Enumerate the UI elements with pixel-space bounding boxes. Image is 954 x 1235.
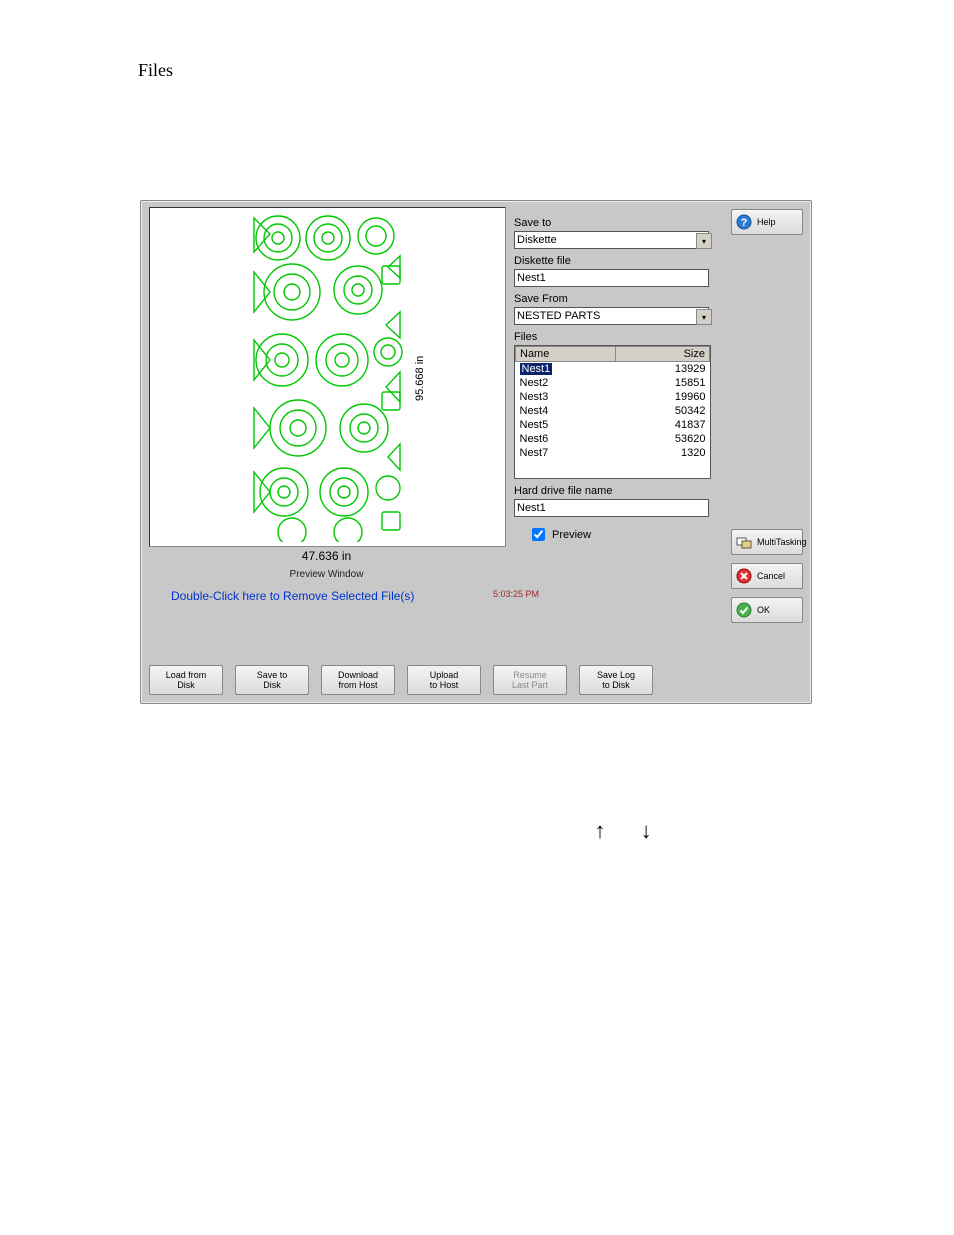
cancel-button[interactable]: Cancel xyxy=(731,563,803,589)
arrow-down-icon: ↓ xyxy=(626,818,666,844)
diskette-file-label: Diskette file xyxy=(514,255,714,267)
multitasking-button[interactable]: MultiTasking xyxy=(731,529,803,555)
save-log-to-disk-button[interactable]: Save Log to Disk xyxy=(579,665,653,695)
cancel-button-label: Cancel xyxy=(757,571,785,581)
preview-height-label: 95.668 in xyxy=(414,356,426,401)
ok-button-label: OK xyxy=(757,605,770,615)
hd-filename-label: Hard drive file name xyxy=(514,485,714,497)
resume-last-part-button: Resume Last Part xyxy=(493,665,567,695)
nest-preview-graphic xyxy=(248,212,408,542)
multitask-icon xyxy=(736,534,752,550)
preview-checkbox[interactable] xyxy=(532,528,545,541)
table-row[interactable]: Nest71320 xyxy=(516,446,710,460)
upload-to-host-button[interactable]: Upload to Host xyxy=(407,665,481,695)
files-label: Files xyxy=(514,331,714,343)
table-row[interactable]: Nest215851 xyxy=(516,376,710,390)
remove-selected-hint[interactable]: Double-Click here to Remove Selected Fil… xyxy=(171,589,414,603)
save-dialog: 95.668 in 47.636 in Preview Window Doubl… xyxy=(140,200,812,704)
table-row[interactable]: Nest541837 xyxy=(516,418,710,432)
table-row[interactable]: Nest319960 xyxy=(516,390,710,404)
load-from-disk-button[interactable]: Load from Disk xyxy=(149,665,223,695)
preview-window[interactable] xyxy=(149,207,506,547)
table-row[interactable]: Nest450342 xyxy=(516,404,710,418)
save-to-select[interactable] xyxy=(514,231,709,249)
files-list[interactable]: Name Size Nest113929Nest215851Nest319960… xyxy=(514,345,711,479)
help-button[interactable]: ? Help xyxy=(731,209,803,235)
save-from-select[interactable] xyxy=(514,307,709,325)
arrow-glyphs: ↑ ↓ xyxy=(580,818,666,844)
preview-checkbox-label: Preview xyxy=(552,529,591,541)
table-row[interactable]: Nest113929 xyxy=(516,362,710,377)
clock: 5:03:25 PM xyxy=(493,589,539,599)
table-row[interactable]: Nest653620 xyxy=(516,432,710,446)
download-from-host-button[interactable]: Download from Host xyxy=(321,665,395,695)
multitasking-button-label: MultiTasking xyxy=(757,537,807,547)
col-name[interactable]: Name xyxy=(516,347,616,362)
svg-text:?: ? xyxy=(741,217,748,229)
col-size[interactable]: Size xyxy=(615,347,709,362)
save-to-disk-button[interactable]: Save to Disk xyxy=(235,665,309,695)
save-to-label: Save to xyxy=(514,217,714,229)
page-title: Files xyxy=(138,60,173,81)
cancel-icon xyxy=(736,568,752,584)
arrow-up-icon: ↑ xyxy=(580,818,620,844)
help-button-label: Help xyxy=(757,217,776,227)
help-icon: ? xyxy=(736,214,752,230)
save-from-label: Save From xyxy=(514,293,714,305)
preview-caption: Preview Window xyxy=(149,569,504,580)
diskette-file-input[interactable] xyxy=(514,269,709,287)
preview-checkbox-row[interactable]: Preview xyxy=(528,525,714,544)
ok-button[interactable]: OK xyxy=(731,597,803,623)
hd-filename-input[interactable] xyxy=(514,499,709,517)
ok-icon xyxy=(736,602,752,618)
preview-width-label: 47.636 in xyxy=(149,549,504,563)
